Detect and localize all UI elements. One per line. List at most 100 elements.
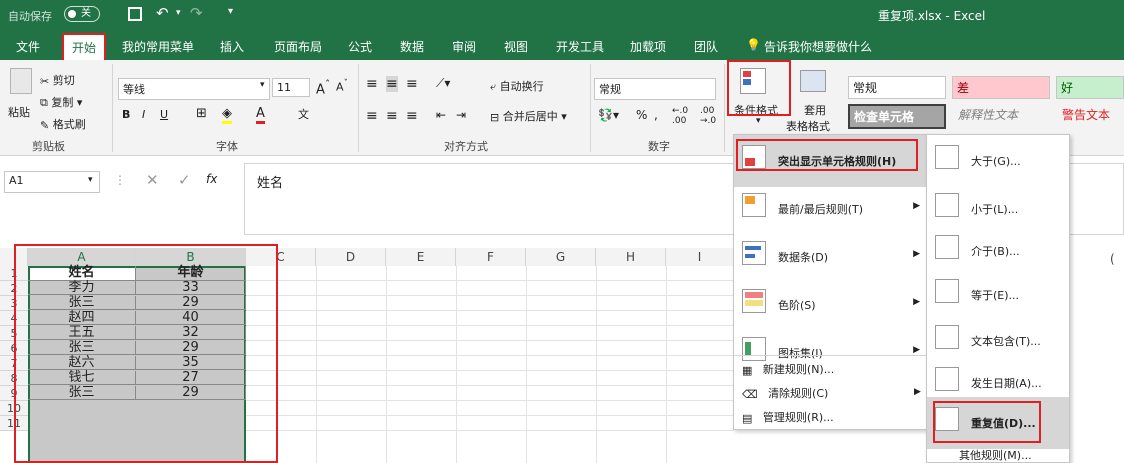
tab-data[interactable]: 数据 <box>400 38 424 55</box>
align-bottom-icon[interactable]: ≡ <box>406 76 418 92</box>
name-box[interactable]: A1 <box>4 171 100 193</box>
column-header[interactable]: D <box>316 248 386 266</box>
border-icon[interactable]: ⊞ <box>196 106 207 121</box>
menu-item-clear-rules[interactable]: ⌫ 清除规则(C) <box>742 385 828 401</box>
menu-item-top-bottom-rules[interactable]: 最前/最后规则(T) ▶ <box>734 183 928 235</box>
save-icon[interactable] <box>128 7 142 21</box>
italic-button[interactable]: I <box>142 108 145 121</box>
align-left-icon[interactable]: ≡ <box>366 108 378 124</box>
new-rule-icon: ▦ <box>742 363 753 377</box>
style-bad[interactable]: 差 <box>952 76 1050 99</box>
menu-item-color-scales[interactable]: 色阶(S) ▶ <box>734 279 928 331</box>
style-good[interactable]: 好 <box>1056 76 1124 99</box>
cut-button[interactable]: ✂ 剪切 <box>40 72 75 88</box>
fill-color-icon[interactable]: ◈ <box>222 106 232 124</box>
font-group-label: 字体 <box>216 140 238 153</box>
menu-item-manage-rules[interactable]: ▤ 管理规则(R)... <box>742 409 834 425</box>
tab-developer[interactable]: 开发工具 <box>556 38 604 55</box>
paste-icon[interactable] <box>10 68 32 94</box>
merge-icon: ⊟ <box>490 110 500 124</box>
insert-function-button[interactable]: fx <box>206 172 217 186</box>
menu-item-data-bars[interactable]: 数据条(D) ▶ <box>734 231 928 283</box>
enter-icon[interactable]: ✓ <box>178 171 191 189</box>
wrap-text-button[interactable]: ⤶ 自动换行 <box>490 78 544 94</box>
column-header[interactable]: E <box>386 248 456 266</box>
comma-icon[interactable]: , <box>654 108 658 122</box>
submenu-greater-than[interactable]: 大于(G)... <box>927 135 1069 187</box>
font-name-select[interactable]: 等线 <box>118 78 270 100</box>
column-header[interactable]: G <box>526 248 596 266</box>
paste-button[interactable]: 粘贴 <box>8 104 30 120</box>
duplicate-values-redbox <box>933 401 1041 443</box>
number-format-select[interactable]: 常规 <box>594 78 716 100</box>
orientation-icon[interactable]: ⟋▾ <box>436 76 450 91</box>
submenu-equal-to[interactable]: 等于(E)... <box>927 269 1069 321</box>
window-title: 重复项.xlsx - Excel <box>878 9 986 23</box>
name-box-dropdown-icon[interactable]: ▾ <box>88 175 93 185</box>
format-painter-button[interactable]: ✎ 格式刷 <box>40 116 86 132</box>
tab-formulas[interactable]: 公式 <box>348 38 372 55</box>
tab-team[interactable]: 团队 <box>694 38 718 55</box>
undo-icon[interactable]: ↶ <box>156 4 169 22</box>
conditional-formatting-menu: 突出显示单元格规则(H) 最前/最后规则(T) ▶ 数据条(D) ▶ 色阶(S) ▶ … <box>733 134 929 430</box>
number-group-label: 数字 <box>648 140 670 153</box>
font-name-dropdown-icon[interactable]: ▾ <box>260 80 265 90</box>
style-warning[interactable]: 警告文本 <box>1062 106 1110 123</box>
column-header[interactable]: F <box>456 248 526 266</box>
style-explanatory[interactable]: 解释性文本 <box>958 106 1018 123</box>
highlight-rules-submenu: 大于(G)... 小于(L)... 介于(B)... 等于(E)... 文本包含… <box>926 134 1070 463</box>
tab-insert[interactable]: 插入 <box>220 38 244 55</box>
increase-font-icon[interactable]: Aˆ <box>316 78 330 97</box>
customize-toolbar-icon[interactable]: ▾ <box>228 6 233 17</box>
clear-rules-icon: ⌫ <box>742 387 758 401</box>
decrease-decimal-icon[interactable]: .00 →.0 <box>700 106 716 126</box>
submenu-more-rules[interactable]: 其他规则(M)... <box>959 447 1032 463</box>
redo-icon[interactable]: ↷ <box>190 4 203 22</box>
align-center-icon[interactable]: ≡ <box>386 108 398 124</box>
increase-decimal-icon[interactable]: ←.0.00 <box>672 106 688 126</box>
style-check-cell[interactable]: 检查单元格 <box>848 104 946 129</box>
highlight-selection <box>14 244 278 463</box>
table-format-button[interactable]: 表格格式 <box>786 118 830 134</box>
column-header[interactable]: I <box>666 248 734 266</box>
column-header[interactable]: H <box>596 248 666 266</box>
align-right-icon[interactable]: ≡ <box>406 108 418 124</box>
table-format-icon[interactable] <box>800 70 826 92</box>
style-normal[interactable]: 常规 <box>848 76 946 99</box>
decrease-font-icon[interactable]: Aˇ <box>336 78 348 94</box>
merge-center-button[interactable]: ⊟ 合并后居中 ▾ <box>490 108 567 124</box>
indent-increase-icon[interactable]: ⇥ <box>456 108 466 122</box>
table-format-label-1[interactable]: 套用 <box>804 102 826 118</box>
menu-item-new-rule[interactable]: ▦ 新建规则(N)... <box>742 361 834 377</box>
title-bar: 自动保存 关 ↶ ▾ ↷ ▾ 重复项.xlsx - Excel <box>0 0 1124 30</box>
copy-button[interactable]: ⧉ 复制 ▾ <box>40 94 82 110</box>
wrap-icon: ⤶ <box>490 80 497 93</box>
undo-dropdown-icon[interactable]: ▾ <box>176 8 181 18</box>
text-contains-icon <box>935 325 959 349</box>
phonetic-icon[interactable]: 文 <box>298 106 309 122</box>
brush-icon: ✎ <box>40 118 50 132</box>
tab-file[interactable]: 文件 <box>16 38 40 55</box>
percent-button[interactable]: % <box>636 108 647 122</box>
align-middle-icon[interactable]: ≡ <box>386 76 398 92</box>
underline-button[interactable]: U <box>160 108 168 121</box>
tab-page-layout[interactable]: 页面布局 <box>274 38 322 55</box>
bold-button[interactable]: B <box>122 108 130 121</box>
cancel-icon[interactable]: ✕ <box>146 171 159 189</box>
font-color-icon[interactable]: A <box>256 106 265 124</box>
autosave-toggle[interactable]: 关 <box>64 6 100 22</box>
between-icon <box>935 235 959 259</box>
tab-my-menu[interactable]: 我的常用菜单 <box>122 38 194 55</box>
tab-review[interactable]: 审阅 <box>452 38 476 55</box>
less-than-icon <box>935 193 959 217</box>
currency-icon[interactable]: 💱▾ <box>598 108 619 122</box>
tab-addins[interactable]: 加载项 <box>630 38 666 55</box>
indent-decrease-icon[interactable]: ⇤ <box>436 108 446 122</box>
autosave-label: 自动保存 <box>8 10 52 23</box>
font-size-select[interactable]: 11 <box>272 78 310 97</box>
tab-home[interactable]: 开始 <box>62 33 107 62</box>
align-top-icon[interactable]: ≡ <box>366 76 378 92</box>
tab-view[interactable]: 视图 <box>504 38 528 55</box>
manage-rules-icon: ▤ <box>742 411 753 425</box>
tell-me-box[interactable]: 告诉我你想要做什么 <box>764 38 872 55</box>
